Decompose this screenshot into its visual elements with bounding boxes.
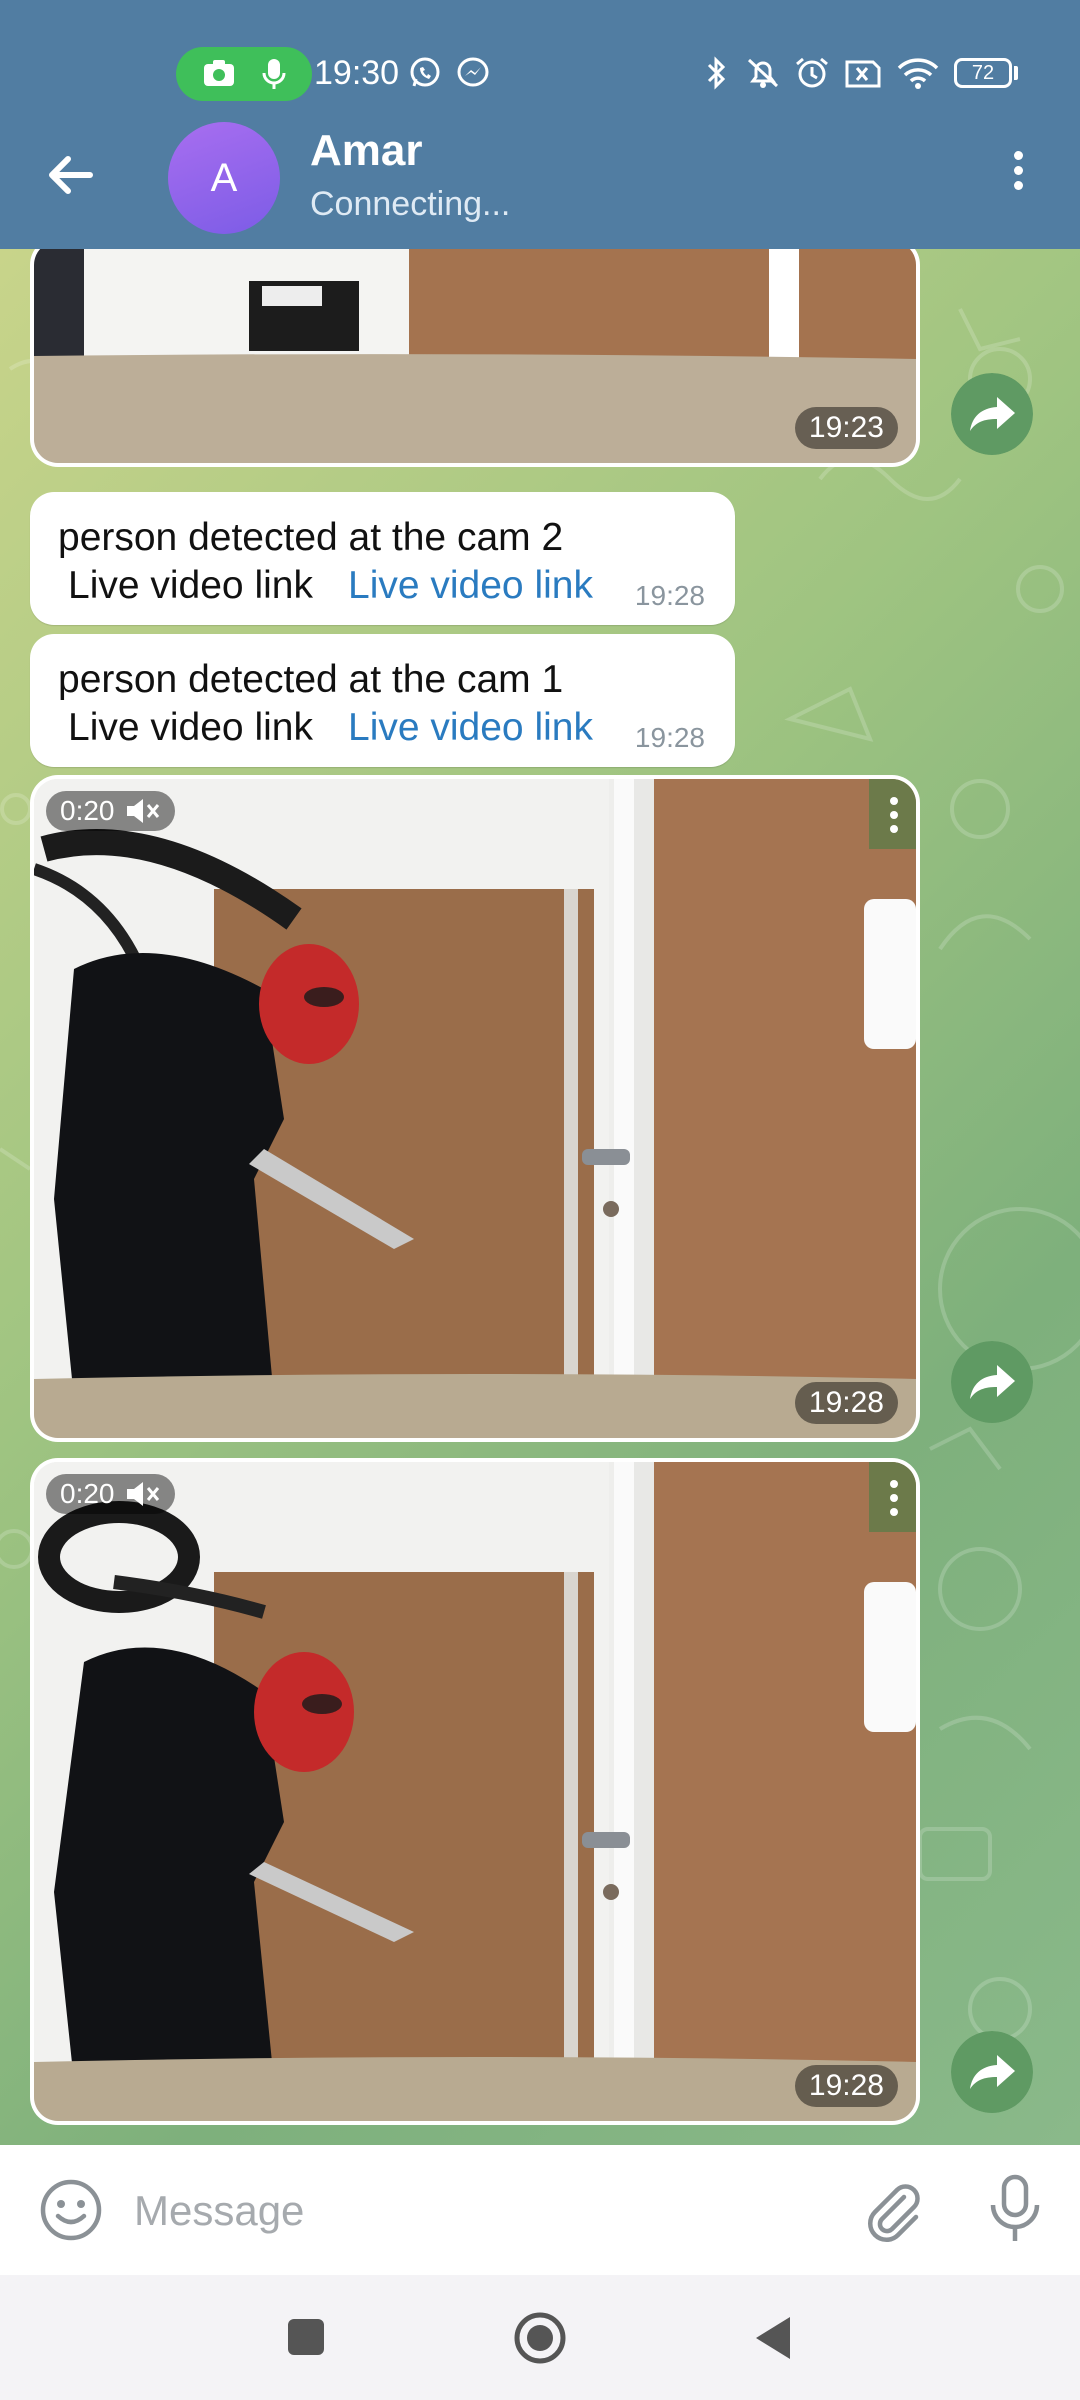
video-duration: 0:20 xyxy=(46,791,175,831)
more-options-icon[interactable] xyxy=(998,145,1038,205)
video-still xyxy=(34,1462,916,2121)
battery-icon: 72 xyxy=(954,58,1012,88)
back-arrow-icon[interactable] xyxy=(36,140,106,210)
video-still xyxy=(34,779,916,1438)
chat-area[interactable]: 19:23 person detected at the cam 2 Live … xyxy=(0,249,1080,2145)
messenger-icon xyxy=(457,57,489,87)
avatar[interactable]: A xyxy=(168,122,280,234)
share-icon[interactable] xyxy=(951,2031,1033,2113)
video-message[interactable]: 19:23 xyxy=(30,249,920,467)
message-text: person detected at the cam 2 xyxy=(58,516,564,559)
text-message[interactable]: person detected at the cam 2 Live video … xyxy=(30,492,735,625)
message-time: 19:23 xyxy=(794,407,898,449)
video-thumbnail[interactable]: 19:23 xyxy=(34,249,916,463)
video-still xyxy=(34,249,916,463)
recent-apps-icon[interactable] xyxy=(286,2317,326,2357)
message-text-line2: Live video link xyxy=(68,564,313,607)
bell-off-icon xyxy=(747,58,779,88)
video-thumbnail[interactable]: 0:20 19:28 xyxy=(34,1462,916,2121)
attach-icon[interactable] xyxy=(858,2175,928,2245)
video-duration: 0:20 xyxy=(46,1474,175,1514)
bluetooth-icon xyxy=(707,56,726,90)
live-video-link[interactable]: Live video link xyxy=(348,564,593,608)
message-time: 19:28 xyxy=(794,1382,898,1424)
message-time: 19:28 xyxy=(794,2065,898,2107)
connection-status: Connecting... xyxy=(310,185,511,223)
message-composer: Message xyxy=(0,2145,1080,2275)
chat-header: 19:30 72 A Amar Connecting... xyxy=(0,0,1080,249)
video-message[interactable]: 0:20 19:28 xyxy=(30,775,920,1442)
mic-icon xyxy=(262,59,286,89)
duration-text: 0:20 xyxy=(60,1478,115,1509)
duration-text: 0:20 xyxy=(60,795,115,826)
whatsapp-icon xyxy=(410,57,440,87)
live-video-link[interactable]: Live video link xyxy=(348,706,593,750)
clock: 19:30 xyxy=(314,54,400,92)
alarm-icon xyxy=(796,57,828,88)
recording-indicator xyxy=(176,47,312,101)
video-menu-icon[interactable] xyxy=(886,797,902,847)
sim-off-icon xyxy=(845,60,881,88)
share-icon[interactable] xyxy=(951,373,1033,455)
emoji-icon[interactable] xyxy=(38,2177,104,2243)
muted-icon[interactable] xyxy=(125,1480,161,1508)
camera-icon xyxy=(204,60,234,86)
message-text-line2: Live video link xyxy=(68,706,313,749)
wifi-icon xyxy=(897,58,939,89)
message-time: 19:28 xyxy=(634,580,705,611)
share-icon[interactable] xyxy=(951,1341,1033,1423)
system-navigation-bar xyxy=(0,2275,1080,2400)
status-bar: 19:30 72 xyxy=(0,0,1080,110)
message-time: 19:28 xyxy=(634,722,705,753)
text-message[interactable]: person detected at the cam 1 Live video … xyxy=(30,634,735,767)
muted-icon[interactable] xyxy=(125,797,161,825)
video-menu-icon[interactable] xyxy=(886,1480,902,1530)
message-input[interactable]: Message xyxy=(134,2187,304,2235)
home-icon[interactable] xyxy=(512,2310,568,2366)
video-message[interactable]: 0:20 19:28 xyxy=(30,1458,920,2125)
video-thumbnail[interactable]: 0:20 19:28 xyxy=(34,779,916,1438)
message-text: person detected at the cam 1 xyxy=(58,658,564,701)
battery-tip xyxy=(1014,66,1018,80)
mic-icon[interactable] xyxy=(982,2173,1048,2247)
chat-title[interactable]: Amar xyxy=(310,126,423,176)
back-icon[interactable] xyxy=(752,2315,794,2361)
